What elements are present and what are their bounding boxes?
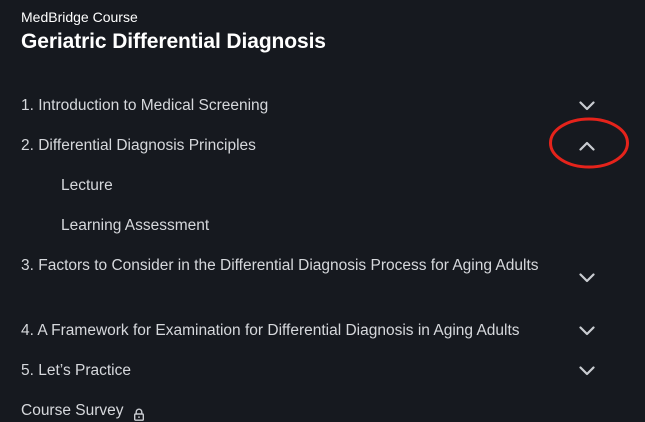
course-eyebrow: MedBridge Course bbox=[21, 9, 138, 25]
chevron-down-icon[interactable] bbox=[579, 101, 595, 111]
course-survey-label: Course Survey bbox=[21, 402, 124, 419]
module-label[interactable]: 3. Factors to Consider in the Differenti… bbox=[21, 253, 551, 278]
module-1[interactable]: 1. Introduction to Medical Screening bbox=[21, 93, 625, 118]
module-label[interactable]: 5. Let’s Practice bbox=[21, 358, 551, 383]
module-2[interactable]: 2. Differential Diagnosis Principles bbox=[21, 133, 625, 158]
course-survey: Course Survey bbox=[21, 398, 145, 422]
module-5[interactable]: 5. Let’s Practice bbox=[21, 358, 625, 383]
chevron-down-icon[interactable] bbox=[579, 273, 595, 283]
chevron-down-icon[interactable] bbox=[579, 326, 595, 336]
module-label[interactable]: 2. Differential Diagnosis Principles bbox=[21, 133, 551, 158]
lock-icon bbox=[133, 404, 145, 421]
module-4[interactable]: 4. A Framework for Examination for Diffe… bbox=[21, 318, 625, 343]
module-label[interactable]: 1. Introduction to Medical Screening bbox=[21, 93, 551, 118]
chevron-down-icon[interactable] bbox=[579, 366, 595, 376]
course-title: Geriatric Differential Diagnosis bbox=[21, 30, 326, 53]
sub-item-learning-assessment[interactable]: Learning Assessment bbox=[61, 213, 209, 238]
sub-item-lecture[interactable]: Lecture bbox=[61, 173, 113, 198]
highlight-ellipse bbox=[549, 117, 629, 169]
module-3[interactable]: 3. Factors to Consider in the Differenti… bbox=[21, 253, 625, 283]
course-header: MedBridge Course Geriatric Differential … bbox=[21, 8, 326, 55]
module-label[interactable]: 4. A Framework for Examination for Diffe… bbox=[21, 318, 581, 343]
